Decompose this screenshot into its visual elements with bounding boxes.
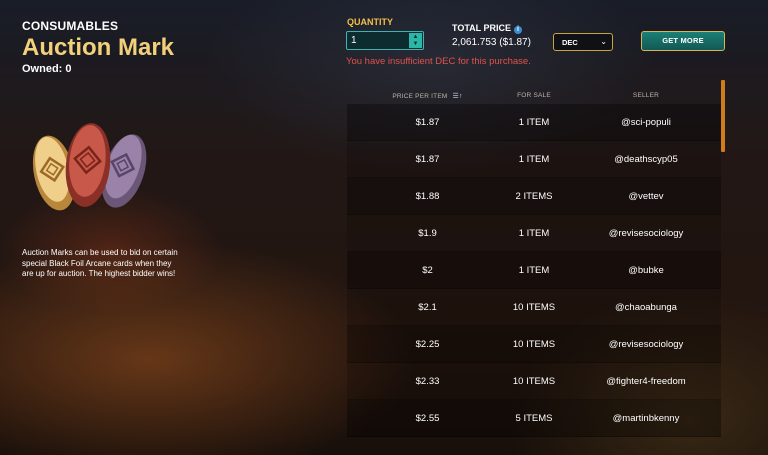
row-seller: @deathscyp05 [614,154,678,165]
auction-mark-stones-icon [32,123,147,211]
quantity-input[interactable] [351,34,401,47]
owned-label: Owned: [22,63,63,75]
row-price: $1.87 [415,117,440,128]
quantity-label: QUANTITY [347,17,393,27]
total-price-value: 2,061.753 ($1.87) [452,37,531,48]
row-for-sale: 1 ITEM [518,228,550,239]
row-price: $1.88 [415,191,440,202]
row-seller: @revisesociology [608,339,684,350]
decrement-arrow-icon[interactable]: ▼ [409,40,422,48]
row-for-sale: 5 ITEMS [515,413,553,424]
row-seller: @chaoabunga [615,302,677,313]
table-row[interactable]: $2 1 ITEM @bubke [347,252,721,289]
column-header-for-sale: FOR SALE [517,92,551,99]
table-row[interactable]: $1.87 1 ITEM @sci-populi [347,104,721,141]
row-price: $1.9 [418,228,437,239]
item-category: CONSUMABLES [22,19,119,33]
row-seller: @sci-populi [621,117,671,128]
quantity-stepper[interactable]: ▲ ▼ [346,31,424,50]
row-price: $1.87 [415,154,440,165]
item-title: Auction Mark [22,34,175,61]
column-header-price-label: PRICE PER ITEM [392,93,448,100]
table-row[interactable]: $2.33 10 ITEMS @fighter4-freedom [347,363,721,400]
item-description: Auction Marks can be used to bid on cert… [22,248,178,278]
table-row[interactable]: $1.87 1 ITEM @deathscyp05 [347,141,721,178]
info-icon[interactable]: i [514,26,523,34]
row-price: $2.1 [418,302,437,313]
row-seller: @bubke [628,265,664,276]
row-for-sale: 2 ITEMS [515,191,553,202]
row-seller: @vettev [628,191,664,202]
table-scrollbar[interactable] [721,80,725,152]
sort-ascending-icon[interactable]: ☰↑ [452,92,462,100]
row-for-sale: 10 ITEMS [512,302,556,313]
table-row[interactable]: $2.1 10 ITEMS @chaoabunga [347,289,721,326]
get-more-button[interactable]: GET MORE [641,31,725,51]
item-info-panel: CONSUMABLES Auction Mark Owned: 0 [22,18,192,75]
owned-count: Owned: 0 [22,63,192,75]
chevron-down-icon: ⌄ [600,37,607,46]
column-header-seller: SELLER [632,92,660,99]
table-row[interactable]: $1.88 2 ITEMS @vettev [347,178,721,215]
row-price: $2.25 [415,339,440,350]
row-for-sale: 1 ITEM [518,154,550,165]
column-header-price[interactable]: PRICE PER ITEM ☰↑ [380,92,475,100]
row-price: $2 [422,265,433,276]
row-seller: @martinbkenny [612,413,680,424]
row-seller: @fighter4-freedom [606,376,686,387]
total-price-label-text: TOTAL PRICE [452,23,512,33]
insufficient-funds-warning: You have insufficient DEC for this purch… [346,56,531,67]
currency-selected-value: DEC [562,38,578,47]
row-for-sale: 10 ITEMS [512,339,556,350]
table-row[interactable]: $2.55 5 ITEMS @martinbkenny [347,400,721,437]
total-price-label: TOTAL PRICE i [452,23,523,34]
table-row[interactable]: $1.9 1 ITEM @revisesociology [347,215,721,252]
table-row[interactable]: $2.25 10 ITEMS @revisesociology [347,326,721,363]
row-for-sale: 1 ITEM [518,117,550,128]
currency-select[interactable]: DEC ⌄ [553,33,613,51]
row-price: $2.33 [415,376,440,387]
listings-table: $1.87 1 ITEM @sci-populi $1.87 1 ITEM @d… [347,104,721,437]
row-for-sale: 1 ITEM [518,265,550,276]
row-price: $2.55 [415,413,440,424]
row-seller: @revisesociology [608,228,684,239]
owned-value: 0 [65,63,72,75]
row-for-sale: 10 ITEMS [512,376,556,387]
